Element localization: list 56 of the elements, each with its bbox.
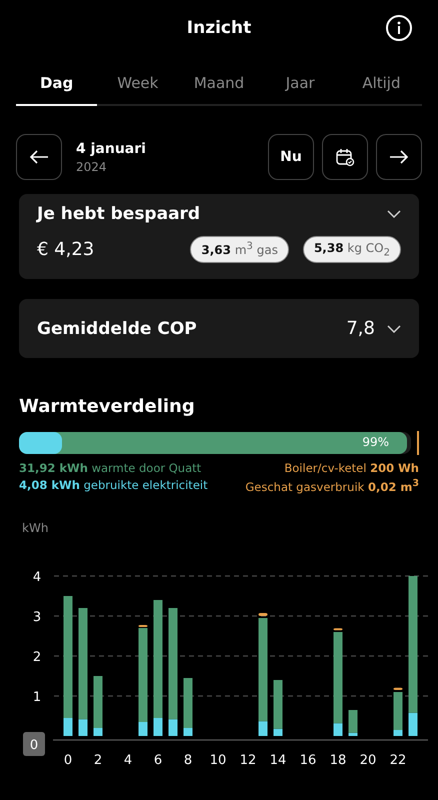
period-tab[interactable]: Dag bbox=[16, 62, 98, 106]
y-tick-label: 3 bbox=[32, 610, 42, 626]
x-tick-label: 14 bbox=[270, 753, 286, 768]
x-tick-label: 0 bbox=[64, 753, 72, 768]
boiler-bar bbox=[258, 613, 268, 616]
y-tick-label: 4 bbox=[32, 570, 42, 586]
x-tick-label: 2 bbox=[94, 753, 102, 768]
x-tick-label: 18 bbox=[330, 753, 346, 768]
savings-amount: € 4,23 bbox=[37, 239, 94, 260]
now-button[interactable]: Nu bbox=[268, 134, 314, 180]
card-title: Gemiddelde COP bbox=[37, 318, 197, 339]
percent-label: 99% bbox=[362, 435, 389, 450]
boiler-marker bbox=[417, 431, 419, 456]
boiler-bar bbox=[138, 625, 148, 628]
x-tick-label: 10 bbox=[210, 753, 226, 768]
x-tick-label: 20 bbox=[360, 753, 376, 768]
arrow-left-icon bbox=[29, 150, 49, 164]
period-tab[interactable]: Jaar bbox=[260, 62, 341, 106]
y-tick-label: 1 bbox=[32, 690, 42, 706]
legend-text: Geschat gasverbruik 0,02 m$^{3}$ bbox=[245, 478, 419, 494]
cop-card[interactable]: Gemiddelde COP 7,8 bbox=[19, 299, 419, 358]
period-tab[interactable]: Week bbox=[97, 62, 178, 106]
legend-text: 4,08 kWh gebruikte elektriciteit bbox=[19, 478, 208, 492]
arrow-right-icon bbox=[389, 150, 409, 164]
chevron-down-icon[interactable] bbox=[387, 324, 401, 333]
x-tick-label: 22 bbox=[390, 753, 406, 768]
savings-chip: 3,63 m$^{3}$ gas bbox=[190, 236, 289, 264]
x-tick-label: 4 bbox=[124, 753, 132, 768]
axis-unit: kWh bbox=[22, 522, 48, 536]
y-zero-badge bbox=[23, 732, 45, 756]
savings-card[interactable]: Je hebt bespaard € 4,23 3,63 m$^{3}$ gas 5,38 kg CO$_{2}$ bbox=[19, 194, 419, 280]
period-tab[interactable]: Maand bbox=[178, 62, 260, 106]
date-label: 4 januari bbox=[76, 140, 147, 156]
legend-text: 31,92 kWh warmte door Quatt bbox=[19, 461, 202, 476]
x-tick-label: 12 bbox=[240, 753, 256, 768]
y-tick-label: 0 bbox=[30, 738, 38, 754]
boiler-bar bbox=[334, 628, 342, 630]
legend-text: Boiler/cv-ketel 200 Wh bbox=[283, 461, 419, 476]
info-icon[interactable] bbox=[386, 15, 412, 41]
y-tick-label: 2 bbox=[32, 650, 42, 666]
page-title: Inzicht bbox=[186, 18, 252, 38]
calendar-button[interactable] bbox=[322, 134, 368, 180]
x-tick-label: 16 bbox=[300, 753, 316, 768]
x-tick-label: 6 bbox=[154, 753, 162, 768]
period-tab[interactable]: Altijd bbox=[340, 62, 422, 106]
calendar-icon bbox=[335, 147, 355, 167]
cop-value: 7,8 bbox=[346, 318, 375, 340]
next-button[interactable] bbox=[376, 134, 422, 180]
year-label: 2024 bbox=[76, 160, 108, 174]
savings-chip: 5,38 kg CO$_{2}$ bbox=[302, 236, 401, 264]
x-tick-label: 8 bbox=[184, 753, 192, 768]
previous-button[interactable] bbox=[16, 134, 62, 180]
boiler-bar bbox=[394, 688, 402, 690]
card-title: Je hebt bespaard bbox=[37, 204, 200, 224]
section-title: Warmteverdeling bbox=[18, 396, 196, 418]
chevron-down-icon[interactable] bbox=[387, 210, 401, 218]
